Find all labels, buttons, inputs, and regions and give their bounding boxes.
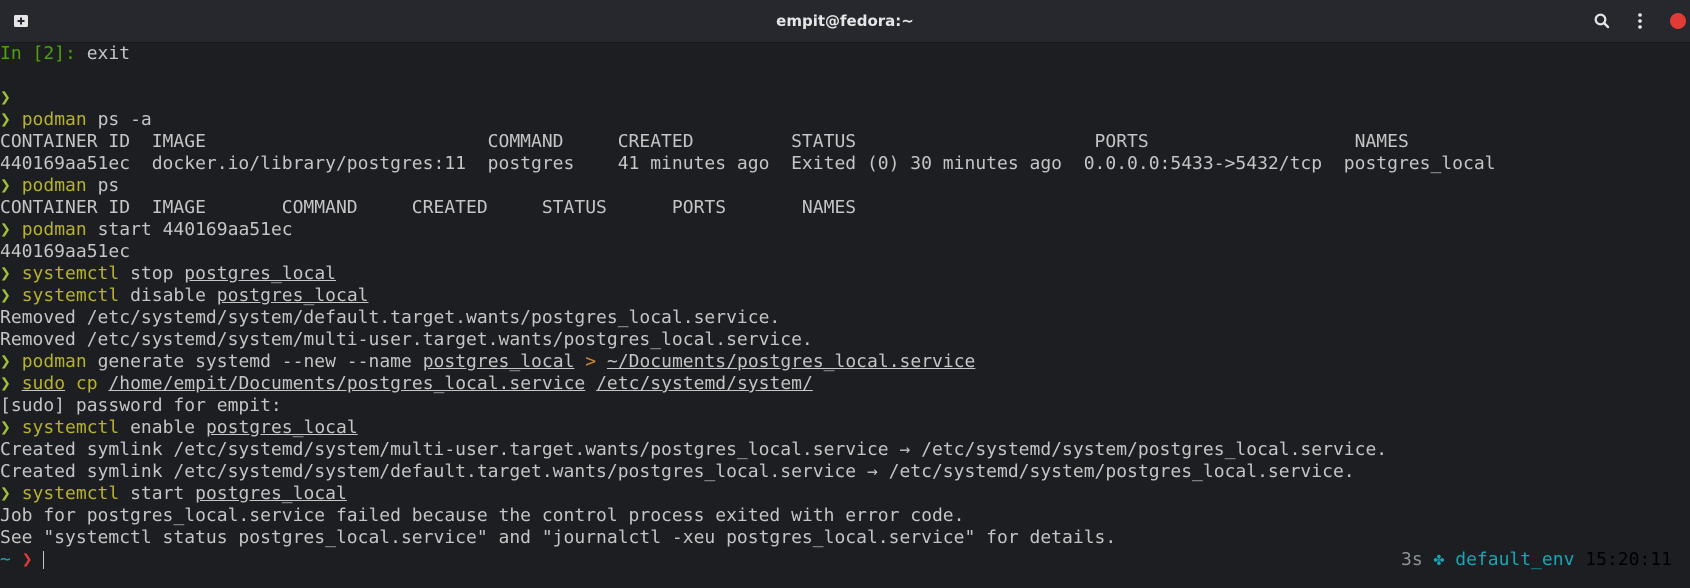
command-destination: /etc/systemd/system/ — [596, 373, 813, 394]
prompt-chevron: ❯ — [21, 549, 33, 570]
command-line: ❯ systemctl enable postgres_local — [0, 417, 358, 439]
output-line: [sudo] password for empit: — [0, 395, 282, 416]
table-header: CONTAINER ID IMAGE COMMAND CREATED STATU… — [0, 197, 857, 218]
command-line: ❯ systemctl start postgres_local — [0, 483, 347, 505]
command-verb: enable — [130, 417, 196, 438]
prompt-chevron: ❯ — [0, 263, 11, 284]
command-line: ❯ podman ps -a — [0, 109, 152, 131]
command-duration: 3s — [1401, 549, 1423, 570]
output-line: Removed /etc/systemd/system/default.targ… — [0, 307, 781, 328]
command-verb: disable — [130, 285, 206, 306]
output-line: Removed /etc/systemd/system/multi-user.t… — [0, 329, 813, 350]
terminal-output[interactable]: In [2]: exit ❯ ❯ podman ps -a CONTAINER … — [0, 43, 1690, 588]
prompt-chevron: ❯ — [0, 373, 11, 394]
command-line: ❯ podman start 440169aa51ec — [0, 219, 293, 241]
new-tab-icon[interactable] — [11, 11, 31, 31]
redirect-operator: > — [585, 351, 597, 372]
prompt-chevron: ❯ — [0, 109, 11, 130]
prompt-chevron: ❯ — [0, 417, 11, 438]
current-prompt[interactable]: ~ ❯ — [0, 549, 45, 571]
command-program: systemctl — [21, 483, 120, 504]
command-target: postgres_local — [216, 285, 369, 306]
command-file: ~/Documents/postgres_local.service — [606, 351, 976, 372]
command-subcommand: cp — [75, 373, 98, 394]
prompt-chevron: ❯ — [0, 219, 11, 240]
output-line: Created symlink /etc/systemd/system/mult… — [0, 439, 1388, 460]
command-line: ❯ systemctl disable postgres_local — [0, 285, 369, 307]
prompt-chevron: ❯ — [0, 175, 11, 196]
command-program: sudo — [21, 373, 66, 394]
output-line: 440169aa51ec — [0, 241, 131, 262]
text-cursor — [43, 551, 45, 569]
command-verb: start — [130, 483, 185, 504]
close-icon[interactable] — [1668, 11, 1688, 31]
command-program: podman — [21, 175, 87, 196]
command-program: systemctl — [21, 417, 120, 438]
output-line: See "systemctl status postgres_local.ser… — [0, 527, 1117, 548]
command-verb: stop — [130, 263, 174, 284]
command-program: podman — [21, 351, 87, 372]
prompt-chevron: ❯ — [0, 351, 11, 372]
window-title: empit@fedora:~ — [776, 12, 914, 30]
command-line: ❯ systemctl stop postgres_local — [0, 263, 336, 285]
command-target: postgres_local — [422, 351, 575, 372]
right-prompt: 3s ✤ default_env 15:20:11 — [1401, 549, 1672, 571]
title-bar: empit@fedora:~ — [0, 0, 1690, 43]
output-line: Created symlink /etc/systemd/system/defa… — [0, 461, 1355, 482]
command-args: ps — [97, 175, 120, 196]
command-line: ❯ podman ps — [0, 175, 119, 197]
clock-time: 15:20:11 — [1585, 549, 1672, 570]
menu-icon[interactable] — [1630, 11, 1650, 31]
prompt-chevron: ❯ — [0, 483, 11, 504]
command-line: ❯ sudo cp /home/empit/Documents/postgres… — [0, 373, 813, 395]
command-program: podman — [21, 219, 87, 240]
env-icon: ✤ — [1433, 549, 1445, 570]
ipython-line: In [2]: exit — [0, 43, 130, 65]
command-line: ❯ podman generate systemd --new --name p… — [0, 351, 975, 373]
command-args: start 440169aa51ec — [97, 219, 293, 240]
env-name: default_env — [1455, 549, 1575, 570]
command-program: systemctl — [21, 263, 120, 284]
table-header: CONTAINER ID IMAGE COMMAND CREATED STATU… — [0, 131, 1409, 152]
empty-prompt-line: ❯ — [0, 87, 11, 109]
ipython-input: exit — [86, 43, 131, 64]
table-row: 440169aa51ec docker.io/library/postgres:… — [0, 153, 1496, 174]
command-args: ps -a — [97, 109, 152, 130]
ipython-prompt: In [2]: — [0, 43, 76, 64]
command-target: postgres_local — [195, 483, 347, 504]
prompt-chevron: ❯ — [0, 285, 11, 306]
search-icon[interactable] — [1592, 11, 1612, 31]
prompt-cwd: ~ — [0, 549, 11, 570]
command-args: generate systemd --new --name — [97, 351, 412, 372]
prompt-chevron: ❯ — [0, 87, 11, 108]
command-source: /home/empit/Documents/postgres_local.ser… — [108, 373, 586, 394]
command-program: systemctl — [21, 285, 120, 306]
command-target: postgres_local — [184, 263, 336, 284]
command-program: podman — [21, 109, 87, 130]
output-line: Job for postgres_local.service failed be… — [0, 505, 965, 526]
command-target: postgres_local — [205, 417, 358, 438]
